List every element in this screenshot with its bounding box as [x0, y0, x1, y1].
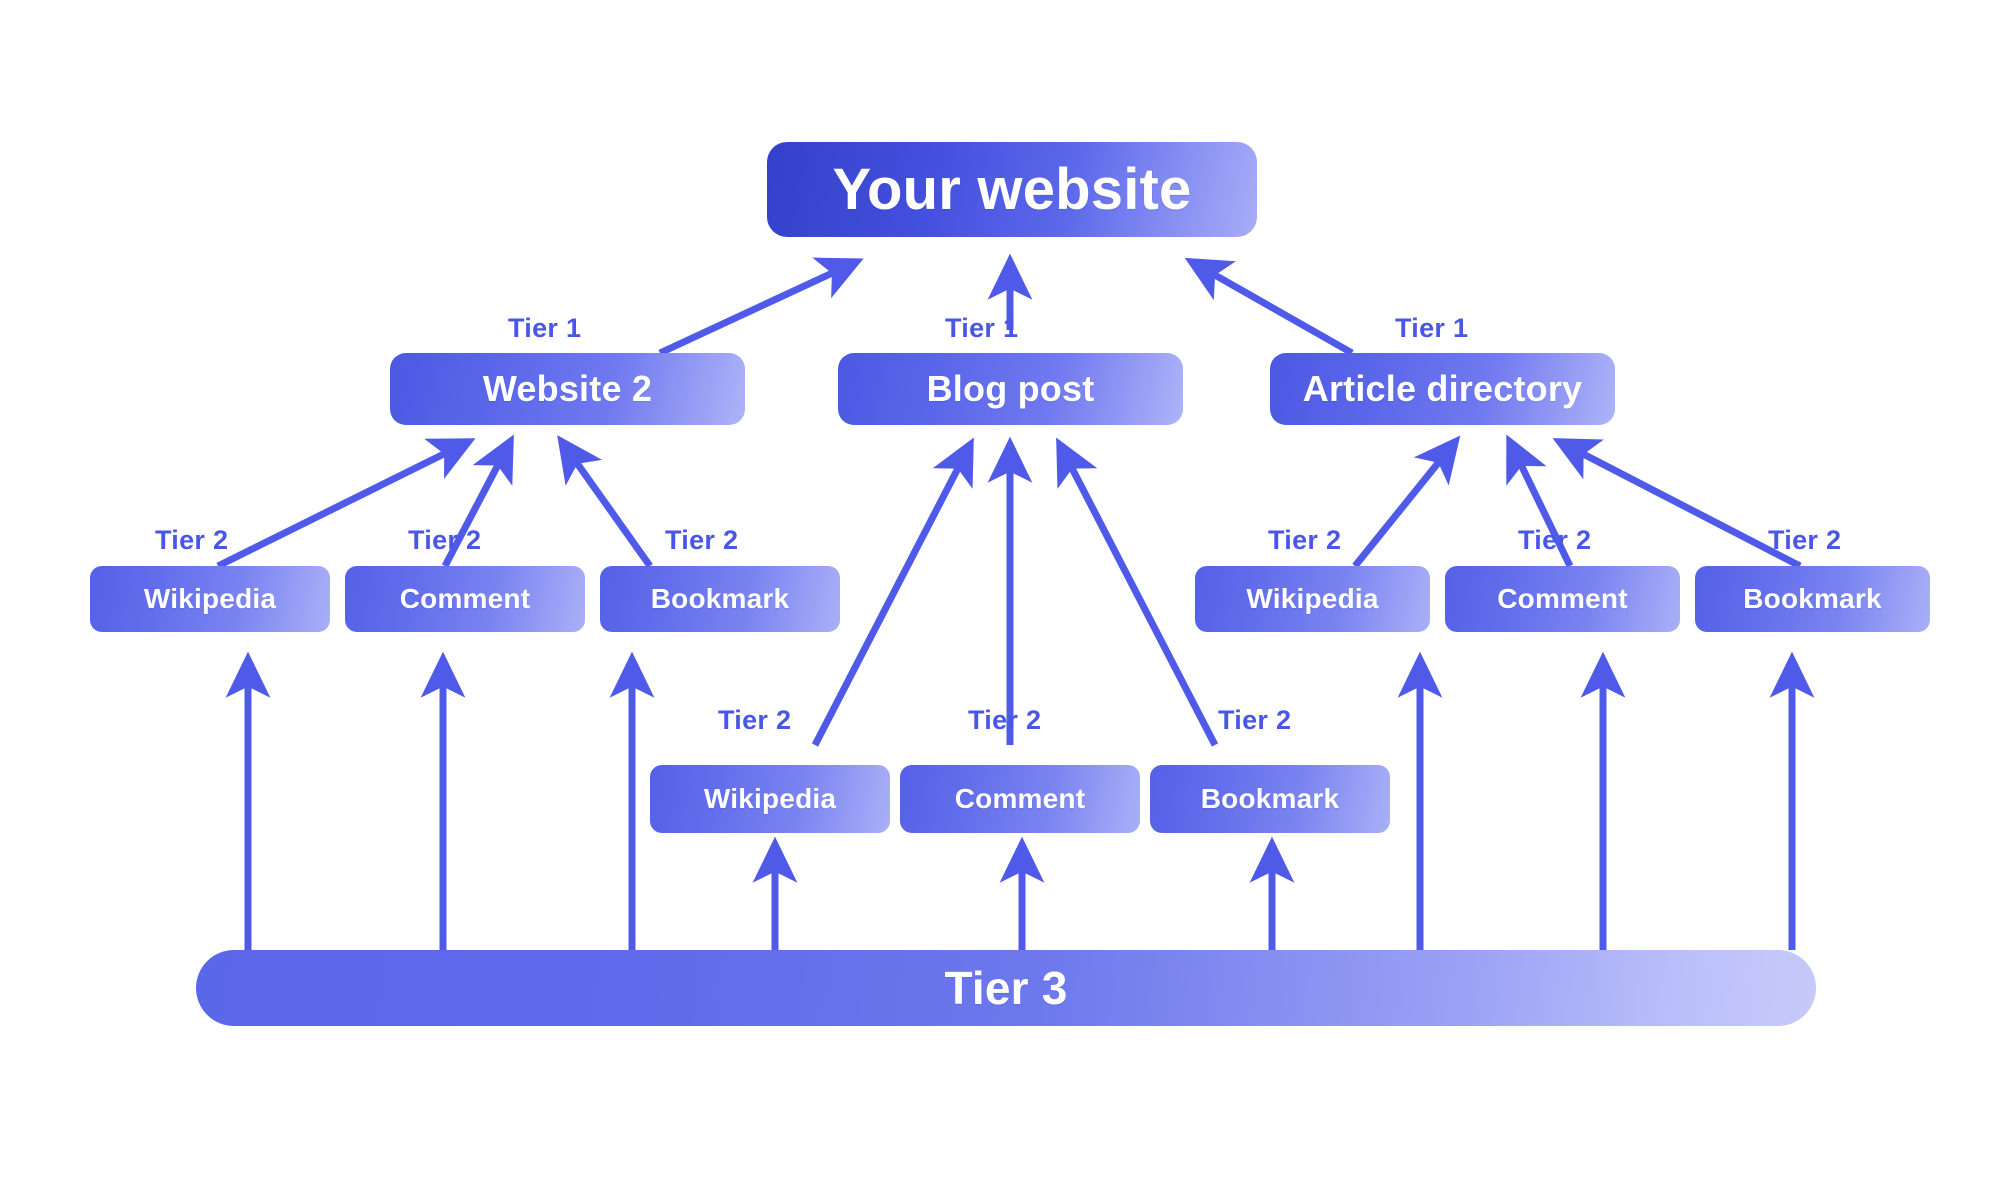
node-left-comment[interactable]: Comment: [345, 566, 585, 632]
node-your-website[interactable]: Your website: [767, 142, 1257, 237]
node-label: Wikipedia: [143, 583, 277, 614]
tier1-label-website2: Tier 1: [508, 313, 582, 343]
node-article-directory[interactable]: Article directory: [1270, 353, 1615, 425]
tier2-label-right-bookmark: Tier 2: [1768, 525, 1842, 555]
node-label: Your website: [832, 157, 1192, 222]
node-right-wikipedia[interactable]: Wikipedia: [1195, 566, 1430, 632]
node-label: Bookmark: [1200, 783, 1340, 814]
node-label: Bookmark: [1743, 583, 1882, 614]
node-left-wikipedia[interactable]: Wikipedia: [90, 566, 330, 632]
node-middle-comment[interactable]: Comment: [900, 765, 1140, 833]
node-label: Website 2: [482, 368, 653, 409]
node-right-bookmark[interactable]: Bookmark: [1695, 566, 1930, 632]
node-label: Bookmark: [650, 583, 790, 614]
tier2-label-middle-bookmark: Tier 2: [1218, 705, 1292, 735]
tier2-label-right-comment: Tier 2: [1518, 525, 1592, 555]
tier2-label-left-comment: Tier 2: [408, 525, 482, 555]
node-label: Article directory: [1302, 368, 1583, 409]
node-middle-bookmark[interactable]: Bookmark: [1150, 765, 1390, 833]
node-blog-post[interactable]: Blog post: [838, 353, 1183, 425]
node-label: Wikipedia: [1246, 583, 1379, 614]
node-right-comment[interactable]: Comment: [1445, 566, 1680, 632]
node-website-2[interactable]: Website 2: [390, 353, 745, 425]
node-label: Comment: [954, 783, 1086, 814]
tier2-label-right-wikipedia: Tier 2: [1268, 525, 1342, 555]
tier2-label-left-wikipedia: Tier 2: [155, 525, 229, 555]
tier2-label-middle-wikipedia: Tier 2: [718, 705, 792, 735]
node-middle-wikipedia[interactable]: Wikipedia: [650, 765, 890, 833]
node-label: Wikipedia: [703, 783, 837, 814]
node-label: Comment: [1497, 583, 1628, 614]
tier1-label-articledirectory: Tier 1: [1395, 313, 1469, 343]
node-label: Comment: [399, 583, 531, 614]
tier2-label-left-bookmark: Tier 2: [665, 525, 739, 555]
backlink-tier-diagram: Your website Tier 1 Tier 1 Tier 1 Websit…: [0, 0, 2000, 1204]
node-left-bookmark[interactable]: Bookmark: [600, 566, 840, 632]
tier2-label-middle-comment: Tier 2: [968, 705, 1042, 735]
tier1-label-blogpost: Tier 1: [945, 313, 1019, 343]
node-tier-3-bar[interactable]: Tier 3: [196, 950, 1816, 1026]
node-label: Blog post: [926, 368, 1095, 409]
node-label: Tier 3: [944, 962, 1068, 1014]
